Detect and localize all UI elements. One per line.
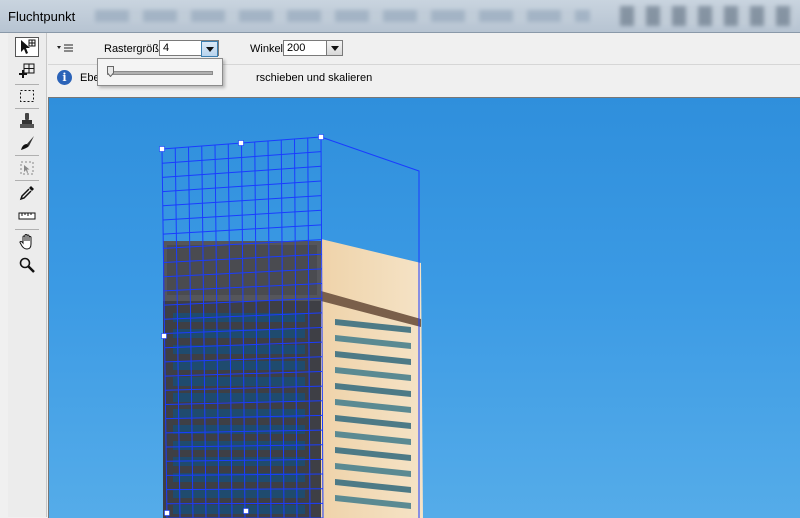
grid-size-combobox[interactable]: 4	[159, 40, 219, 56]
brush-icon	[18, 134, 36, 152]
marquee-icon	[18, 87, 36, 105]
grid-size-slider-popup	[97, 58, 223, 86]
info-icon: i	[57, 70, 72, 85]
marquee-tool[interactable]	[15, 86, 39, 106]
measure-tool[interactable]	[15, 206, 39, 226]
eyedropper-tool[interactable]	[15, 183, 39, 203]
grid-size-value: 4	[163, 42, 169, 54]
front-window	[173, 377, 305, 386]
transform-tool[interactable]	[15, 158, 39, 178]
chevron-down-icon	[331, 46, 339, 51]
panel-menu-icon[interactable]	[56, 42, 74, 54]
arrow-grid-icon	[18, 38, 36, 56]
eyedropper-icon	[18, 184, 36, 202]
stamp-icon	[18, 112, 36, 130]
angle-label: Winkel:	[250, 43, 286, 55]
brush-tool[interactable]	[15, 133, 39, 153]
transform-icon	[18, 159, 36, 177]
create-plane-icon	[18, 61, 36, 79]
grid-handle[interactable]	[165, 511, 170, 516]
angle-value: 200	[287, 42, 305, 54]
front-window	[173, 361, 305, 370]
building-photo	[49, 98, 800, 518]
grid-handle[interactable]	[319, 135, 324, 140]
angle-dropdown-button[interactable]	[326, 41, 342, 55]
hand-icon	[18, 233, 36, 251]
stamp-tool[interactable]	[15, 111, 39, 131]
window-title: Fluchtpunkt	[8, 9, 75, 24]
toolbox-divider	[15, 155, 39, 156]
edit-plane-tool[interactable]	[15, 37, 39, 57]
toolbox-divider	[15, 229, 39, 230]
toolbox	[8, 33, 47, 517]
grid-handle[interactable]	[160, 147, 165, 152]
grid-handle[interactable]	[239, 141, 244, 146]
title-bar: Fluchtpunkt	[0, 0, 800, 33]
toolbox-divider	[15, 84, 39, 85]
angle-combobox[interactable]: 200	[283, 40, 343, 56]
info-text-right: rschieben und skalieren	[256, 72, 372, 84]
ruler-icon	[18, 207, 36, 225]
grid-size-slider-thumb[interactable]	[107, 66, 114, 77]
toolbox-divider	[15, 108, 39, 109]
grid-size-dropdown-button[interactable]	[201, 41, 218, 57]
front-window	[173, 393, 305, 402]
toolbox-divider	[15, 180, 39, 181]
blurred-menu-bar	[95, 10, 590, 22]
chevron-down-icon	[206, 47, 214, 52]
grid-handle[interactable]	[244, 509, 249, 514]
create-plane-tool[interactable]	[15, 60, 39, 80]
hand-tool[interactable]	[15, 232, 39, 252]
magnifier-icon	[18, 256, 36, 274]
grid-handle[interactable]	[162, 334, 167, 339]
blurred-application-controls	[620, 6, 795, 26]
grid-size-slider-track[interactable]	[107, 71, 213, 75]
image-canvas[interactable]	[48, 97, 800, 518]
zoom-tool[interactable]	[15, 255, 39, 275]
